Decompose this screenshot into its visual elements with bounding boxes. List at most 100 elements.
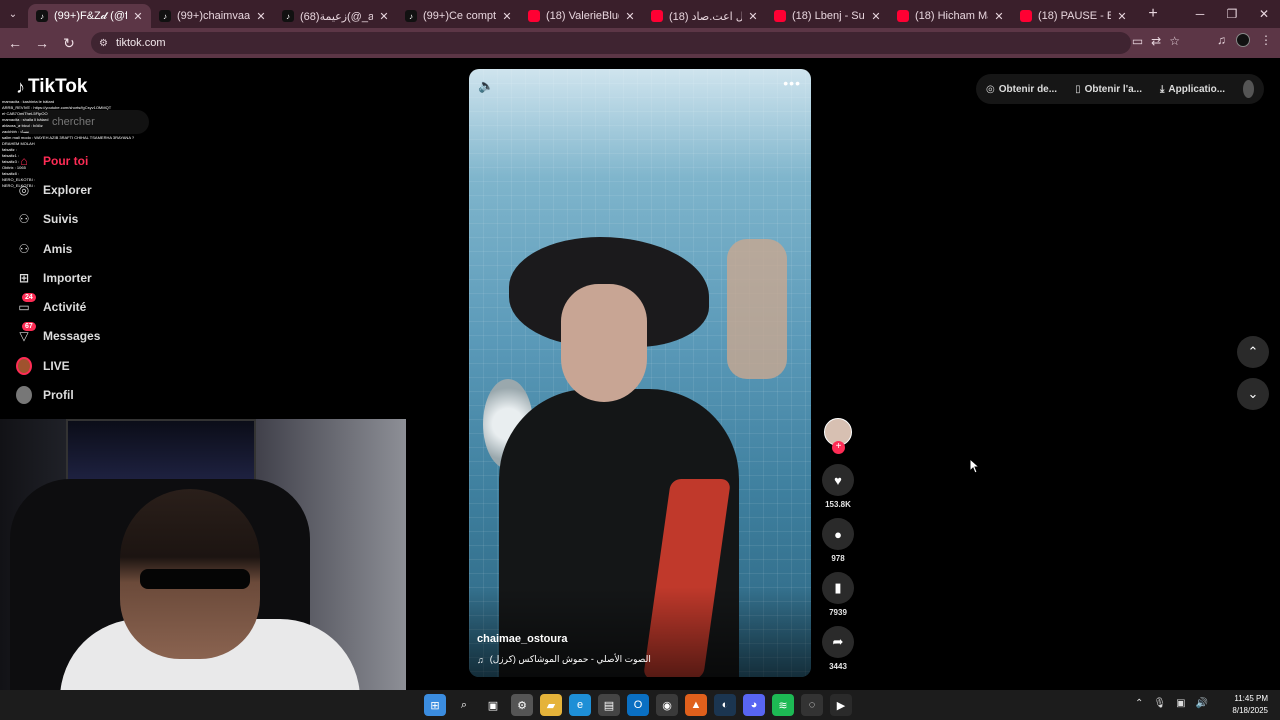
user-avatar[interactable] [1243,80,1254,98]
volume-icon[interactable]: 🔈 [478,78,494,94]
search-icon[interactable]: ⌕ [453,694,475,716]
tiktok-page: ♪ TikTok chercher mamacita : kashinta le… [0,58,1280,690]
browser-actions: ♫ ⋮ [1217,33,1272,47]
terminal-icon[interactable]: ▶ [830,694,852,716]
profile-avatar-small [16,386,32,405]
sidebar-item-profile[interactable]: Profil [16,380,100,409]
coin-icon: ◎ [986,83,995,95]
video-subject-face [561,284,647,402]
share-button[interactable]: ➦ [822,626,854,658]
comment-button[interactable]: ● [822,518,854,550]
sidebar-item-following[interactable]: ⚇ Suivis [16,205,100,234]
next-video-button[interactable]: ⌄ [1237,378,1269,410]
tiktok-icon: ♪ [159,10,171,22]
brave-icon[interactable]: ▲ [685,694,707,716]
close-tab-icon[interactable]: ✕ [869,10,883,23]
header-action-label: Obtenir de... [998,83,1058,95]
site-info-icon[interactable]: ⚙ [99,38,108,49]
windows-taskbar: ⊞ ⌕ ▣ ⚙ ▰ e ▤ O ◉ ▲ ◐ ◕ ≋ ◌ ▶ ⌃ 🎙 ▣ 🔊 11:45 PM 8/18/20… [0,690,1280,720]
sidebar-item-friends[interactable]: ⚇ Amis [16,234,100,263]
browser-tab[interactable]: (18) PAUSE - B.T.K - V ✕ [1012,4,1135,28]
translate-icon[interactable]: ⇄ [1151,34,1161,48]
video-author[interactable]: chaimae_ostoura [477,633,567,645]
back-icon[interactable]: ← [3,31,27,55]
cast-icon[interactable]: ▭ [1132,34,1143,48]
close-tab-icon[interactable]: ✕ [377,10,391,23]
previous-video-button[interactable]: ⌃ [1237,336,1269,368]
close-tab-icon[interactable]: ✕ [131,10,145,23]
browser-tab[interactable]: (18) ValerieBlud X Ki ✕ [520,4,643,28]
sidebar-item-label: Activité [43,300,87,315]
close-tab-icon[interactable]: ✕ [623,10,637,23]
close-tab-icon[interactable]: ✕ [1115,10,1129,23]
header-action-coin[interactable]: ◎ Obtenir de... [986,84,1057,95]
tiktok-logo[interactable]: ♪ TikTok [16,76,87,98]
chrome-icon[interactable]: ◉ [656,694,678,716]
browser-tab[interactable]: ♪ (68)زعيمة(@_ama.e ✕ [274,4,397,28]
browser-tab[interactable]: (18) Hicham Malouli ✕ [889,4,1012,28]
microphone-icon[interactable]: 🎙 [1153,698,1166,709]
clock[interactable]: 11:45 PM 8/18/2025 [1232,693,1268,717]
sidebar-item-messages[interactable]: ▽ 67 Messages [16,322,100,351]
share-count: 3443 [829,662,847,671]
browser-tab[interactable]: ♪ (99+)F&Z𝓭 (@fatima ✕ [28,4,151,28]
maximize-icon[interactable]: ❐ [1216,0,1248,28]
sidebar-item-upload[interactable]: ⊞ Importer [16,263,100,292]
follow-plus-icon[interactable]: + [832,441,845,454]
sidebar-item-home[interactable]: ⌂ Pour toi [16,146,100,175]
spotify-icon[interactable]: ≋ [772,694,794,716]
outlook-icon[interactable]: O [627,694,649,716]
more-options-icon[interactable]: ••• [783,75,801,91]
menu-icon[interactable]: ⋮ [1260,33,1272,47]
video-player[interactable]: 🔈 ••• chaimae_ostoura ♫ الصوت الأصلي - ح… [469,69,811,677]
close-tab-icon[interactable]: ✕ [746,10,760,23]
tab-search-button[interactable]: ⌄ [4,5,22,23]
tab-title: (18) Lbenj - Sun Is Up [792,10,865,22]
settings-icon[interactable]: ⚙ [511,694,533,716]
minimize-icon[interactable]: ─ [1184,0,1216,28]
sidebar-item-live[interactable]: LIVE [16,351,100,380]
forward-icon[interactable]: → [30,31,54,55]
task-view-icon[interactable]: ▣ [482,694,504,716]
bookmark-star-icon[interactable]: ☆ [1169,34,1180,48]
browser-tab[interactable]: ♪ (99+)Ce compte est p ✕ [397,4,520,28]
profile-avatar[interactable] [1236,33,1250,47]
close-window-icon[interactable]: ✕ [1248,0,1280,28]
edge-icon[interactable]: e [569,694,591,716]
network-icon[interactable]: ▣ [1176,698,1185,709]
header-action-download[interactable]: ⤓ Applicatio... [1160,84,1225,95]
steam-icon[interactable]: ◐ [714,694,736,716]
friends-icon: ⚇ [18,241,30,256]
sidebar-item-label: Explorer [43,182,92,197]
save-button[interactable]: ▮ [822,572,854,604]
share-icon: ➦ [832,634,844,649]
header-action-phone[interactable]: ▯ Obtenir l'a... [1075,84,1142,95]
video-sound[interactable]: ♫ الصوت الأصلي - حموش الموشاكس (كرزل) [477,654,651,665]
sidebar-item-activity[interactable]: ▭ 24 Activité [16,292,100,321]
sidebar-item-compass[interactable]: ◎ Explorer [16,175,100,204]
chevron-down-icon: ⌄ [1247,386,1259,401]
browser-tab[interactable]: ♪ (99+)chaimvaama ✕ [151,4,274,28]
close-tab-icon[interactable]: ✕ [500,10,514,23]
close-tab-icon[interactable]: ✕ [254,10,268,23]
browser-tab[interactable]: (18) Lbenj - Sun Is Up ✕ [766,4,889,28]
media-control-icon[interactable]: ♫ [1217,33,1226,47]
reload-icon[interactable]: ↻ [57,31,81,55]
tray-overflow-icon[interactable]: ⌃ [1135,698,1143,709]
store-icon[interactable]: ▤ [598,694,620,716]
speaker-icon[interactable]: 🔊 [1196,698,1208,709]
bookmark-icon: ▮ [834,580,842,595]
save-count: 7939 [829,608,847,617]
app-icon[interactable]: ◌ [801,694,823,716]
live-avatar [16,356,32,375]
like-button[interactable]: ♥ [822,464,854,496]
new-tab-button[interactable]: + [1141,5,1165,23]
close-tab-icon[interactable]: ✕ [992,10,1006,23]
address-bar[interactable]: ⚙ tiktok.com [91,32,1131,54]
file-explorer-icon[interactable]: ▰ [540,694,562,716]
browser-tab[interactable]: (18) تفاصيل اعت.صاد ✕ [643,4,766,28]
notification-badge: 24 [22,293,36,303]
windows-start-icon[interactable]: ⊞ [424,694,446,716]
author-avatar[interactable]: + [824,418,852,454]
discord-icon[interactable]: ◕ [743,694,765,716]
